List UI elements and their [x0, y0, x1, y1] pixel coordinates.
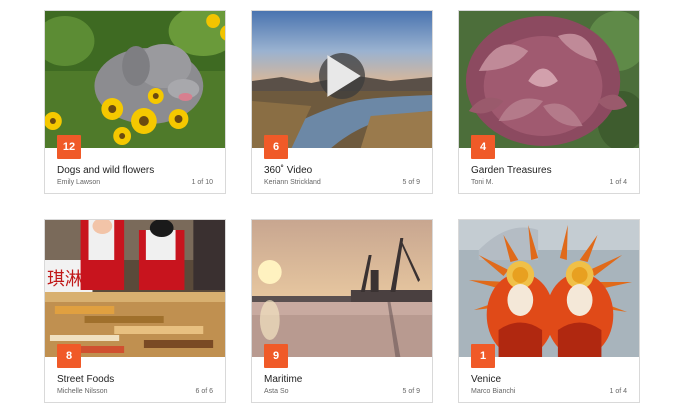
- album-card-garden-treasures[interactable]: 4 Garden Treasures Toni M. 1 of 4: [458, 10, 640, 194]
- artichoke-image: [459, 11, 639, 148]
- album-position: 5 of 9: [402, 388, 420, 395]
- album-thumbnail[interactable]: [459, 220, 639, 357]
- photo-count-badge: 4: [471, 135, 495, 159]
- album-card-venice[interactable]: 1 Venice Marco Bianchi 1 of 4: [458, 219, 640, 403]
- album-thumbnail[interactable]: [45, 11, 225, 148]
- album-position: 1 of 10: [191, 179, 213, 186]
- album-card-dogs-and-wild-flowers[interactable]: 12 Dogs and wild flowers Emily Lawson 1 …: [44, 10, 226, 194]
- venice-masks-image: [459, 220, 639, 357]
- photo-count-badge: 1: [471, 344, 495, 368]
- album-author: Keriann Strickland: [264, 179, 321, 186]
- album-thumbnail[interactable]: 琪淋: [45, 220, 225, 357]
- photo-count-badge: 6: [264, 135, 288, 159]
- dog-flowers-image: [45, 11, 225, 148]
- album-card-maritime[interactable]: 9 Maritime Asta So 5 of 9: [251, 219, 433, 403]
- photo-count-badge: 8: [57, 344, 81, 368]
- album-title[interactable]: Maritime: [264, 374, 302, 385]
- album-position: 6 of 6: [195, 388, 213, 395]
- album-card-360-video[interactable]: 6 360˚ Video Keriann Strickland 5 of 9: [251, 10, 433, 194]
- album-title[interactable]: Venice: [471, 374, 501, 385]
- album-author: Emily Lawson: [57, 179, 101, 186]
- album-thumbnail[interactable]: [252, 11, 432, 148]
- album-thumbnail[interactable]: [459, 11, 639, 148]
- album-card-street-foods[interactable]: 琪淋 8 Street Foods Michelle Nilsson 6 of …: [44, 219, 226, 403]
- album-author: Marco Bianchi: [471, 388, 516, 395]
- album-title[interactable]: 360˚ Video: [264, 165, 312, 176]
- street-food-stall-image: 琪淋: [45, 220, 225, 357]
- play-icon[interactable]: [319, 52, 365, 99]
- album-author: Asta So: [264, 388, 289, 395]
- album-position: 1 of 4: [609, 388, 627, 395]
- album-title[interactable]: Dogs and wild flowers: [57, 165, 154, 176]
- album-author: Michelle Nilsson: [57, 388, 108, 395]
- album-thumbnail[interactable]: [252, 220, 432, 357]
- album-position: 1 of 4: [609, 179, 627, 186]
- album-position: 5 of 9: [402, 179, 420, 186]
- album-title[interactable]: Garden Treasures: [471, 165, 552, 176]
- photo-count-badge: 12: [57, 135, 81, 159]
- album-title[interactable]: Street Foods: [57, 374, 114, 385]
- photo-count-badge: 9: [264, 344, 288, 368]
- album-author: Toni M.: [471, 179, 494, 186]
- svg-text:琪淋: 琪淋: [47, 269, 83, 290]
- harbor-sunset-image: [252, 220, 432, 357]
